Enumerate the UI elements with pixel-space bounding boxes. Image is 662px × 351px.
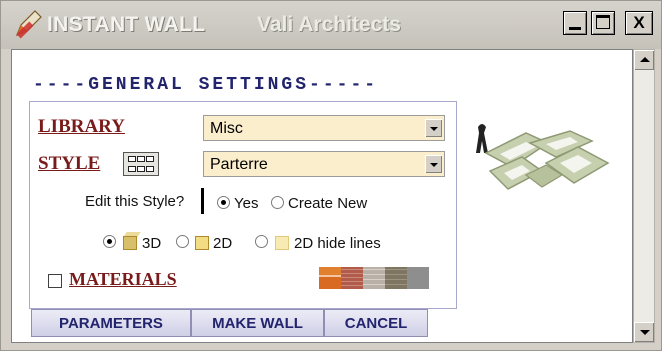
maximize-icon (596, 15, 610, 29)
chevron-down-icon[interactable] (425, 155, 442, 173)
style-select[interactable]: Parterre (203, 151, 445, 177)
edit-style-label: Edit this Style? (85, 193, 185, 210)
material-swatch[interactable] (385, 267, 407, 289)
wall-preview-image (476, 124, 610, 190)
scroll-down-button[interactable] (634, 322, 654, 342)
view-3d-radio[interactable] (103, 235, 116, 248)
edit-yes-radio[interactable] (217, 196, 230, 209)
text-cursor-bar (201, 188, 204, 214)
vertical-scrollbar[interactable] (633, 49, 655, 343)
material-swatch[interactable] (319, 267, 341, 289)
library-value: Misc (210, 120, 243, 137)
view-2d-hide-radio[interactable] (255, 235, 268, 248)
make-wall-button[interactable]: MAKE WALL (191, 309, 324, 337)
grid-icon (146, 156, 154, 162)
library-select[interactable]: Misc (203, 115, 445, 141)
edit-create-new-label[interactable]: Create New (288, 195, 367, 212)
pencil-ruler-icon (15, 10, 42, 39)
style-label[interactable]: STYLE (38, 153, 100, 175)
edit-yes-label[interactable]: Yes (234, 195, 258, 212)
cancel-button[interactable]: CANCEL (324, 309, 428, 337)
square-2d-icon (193, 231, 213, 251)
library-label[interactable]: LIBRARY (38, 116, 125, 138)
general-settings-heading: ----GENERAL SETTINGS----- (33, 75, 379, 95)
material-swatch[interactable] (341, 267, 363, 289)
minimize-button[interactable] (563, 11, 587, 35)
materials-label[interactable]: MATERIALS (69, 269, 177, 290)
close-button[interactable]: X (625, 11, 653, 35)
scroll-up-button[interactable] (634, 50, 654, 70)
view-2d-radio[interactable] (176, 235, 189, 248)
view-2d-label[interactable]: 2D (213, 235, 232, 252)
cube-3d-icon (121, 231, 141, 251)
grid-icon (128, 166, 136, 172)
minimize-icon (569, 27, 581, 30)
grid-icon (146, 166, 154, 172)
title-bar[interactable]: INSTANT WALL Vali Architects X (1, 1, 661, 49)
materials-checkbox[interactable] (48, 274, 62, 288)
view-3d-label[interactable]: 3D (142, 235, 161, 252)
instant-wall-window: INSTANT WALL Vali Architects X ----GENER… (0, 0, 662, 351)
grid-icon (128, 156, 136, 162)
grid-icon (137, 156, 145, 162)
square-2d-hide-icon (273, 231, 293, 251)
close-icon: X (633, 13, 645, 32)
window-title: INSTANT WALL (47, 13, 206, 36)
arrow-down-icon (640, 330, 650, 335)
window-subtitle: Vali Architects (257, 13, 401, 36)
material-swatch[interactable] (363, 267, 385, 289)
style-grid-button[interactable] (123, 152, 159, 176)
parameters-button[interactable]: PARAMETERS (31, 309, 191, 337)
style-value: Parterre (210, 156, 268, 173)
view-2d-hide-label[interactable]: 2D hide lines (294, 235, 381, 252)
grid-icon (137, 166, 145, 172)
chevron-down-icon[interactable] (425, 119, 442, 137)
material-swatch[interactable] (407, 267, 429, 289)
maximize-button[interactable] (591, 11, 615, 35)
edit-create-new-radio[interactable] (271, 196, 284, 209)
arrow-up-icon (640, 57, 650, 62)
